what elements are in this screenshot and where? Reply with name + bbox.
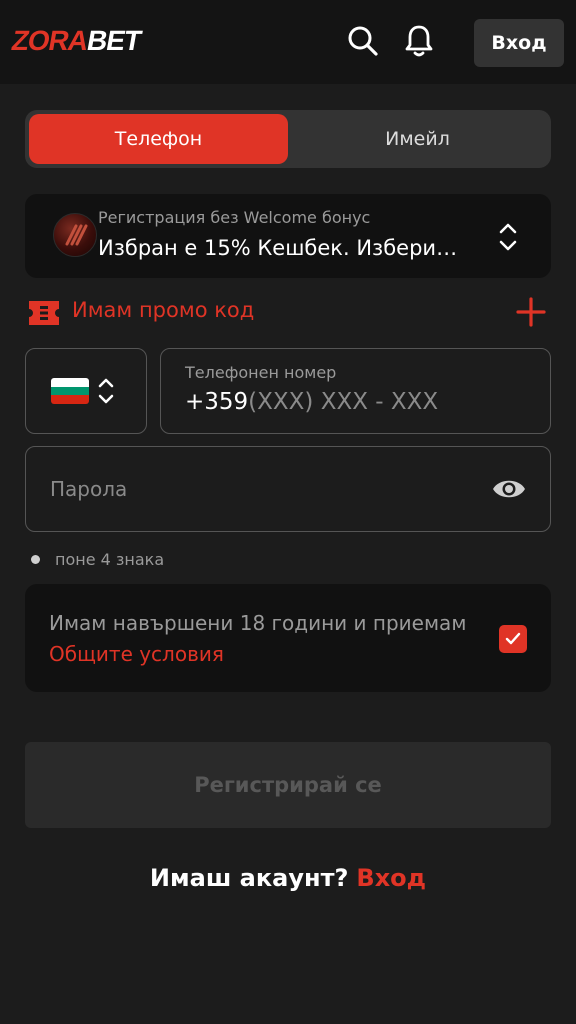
checkmark-icon <box>505 632 521 645</box>
flag-stripe-white <box>51 378 89 387</box>
bonus-selected-value: Избран е 15% Кешбек. Избери бонус <box>98 236 458 260</box>
terms-agreement-box: Имам навършени 18 години и приемам Общит… <box>25 584 551 692</box>
top-header: ZORA BET Вход <box>0 0 576 84</box>
bulgaria-flag-icon <box>51 378 89 404</box>
plus-icon[interactable] <box>516 297 546 327</box>
search-icon[interactable] <box>346 24 380 58</box>
eye-icon[interactable] <box>491 474 527 504</box>
registration-method-tabs: Телефон Имейл <box>25 110 551 168</box>
ticket-icon <box>26 299 62 327</box>
terms-statement: Имам навършени 18 години и приемам <box>49 611 467 635</box>
terms-link[interactable]: Общите условия <box>49 642 224 666</box>
bonus-image <box>53 213 97 257</box>
promo-code-row[interactable]: Имам промо код <box>26 294 551 332</box>
register-button[interactable]: Регистрирай се <box>25 742 551 828</box>
country-code-selector[interactable] <box>25 348 147 434</box>
phone-number-field[interactable]: Телефонен номер +359(XXX) XXX - XXX <box>160 348 551 434</box>
login-link[interactable]: Вход <box>356 864 426 892</box>
password-placeholder: Парола <box>50 477 128 501</box>
logo-text-zora: ZORA <box>9 25 91 56</box>
terms-text: Имам навършени 18 години и приемам Общит… <box>49 608 479 670</box>
bonus-subtitle: Регистрация без Welcome бонус <box>98 208 371 227</box>
phone-number-label: Телефонен номер <box>185 363 337 382</box>
password-hint: поне 4 знака <box>31 548 164 570</box>
logo-text-bet: BET <box>84 25 144 56</box>
tab-email[interactable]: Имейл <box>288 114 547 164</box>
zorabet-logo[interactable]: ZORA BET <box>9 24 143 58</box>
phone-prefix: +359 <box>185 389 249 415</box>
chevron-up-down-icon <box>96 376 116 406</box>
promo-code-label: Имам промо код <box>72 298 255 322</box>
login-question: Имаш акаунт? <box>149 864 349 892</box>
header-login-button[interactable]: Вход <box>474 19 564 67</box>
flag-stripe-green <box>51 386 89 396</box>
bullet-icon <box>31 554 40 564</box>
tab-phone[interactable]: Телефон <box>29 114 288 164</box>
login-prompt: Имаш акаунт? Вход <box>0 864 576 892</box>
terms-checkbox[interactable] <box>499 625 527 653</box>
phone-mask-placeholder: (XXX) XXX - XXX <box>248 389 439 415</box>
bell-icon[interactable] <box>402 24 436 58</box>
flag-stripe-red <box>51 395 89 404</box>
phone-number-input[interactable]: +359(XXX) XXX - XXX <box>185 389 438 415</box>
password-hint-text: поне 4 знака <box>55 549 165 569</box>
chevron-up-down-icon <box>493 220 523 254</box>
password-field[interactable]: Парола <box>25 446 551 532</box>
